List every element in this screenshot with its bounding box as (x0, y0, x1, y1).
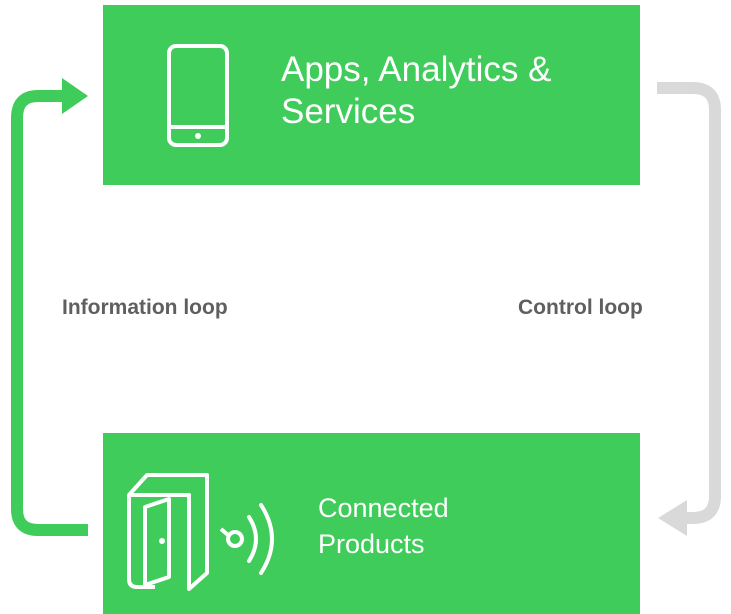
top-box-title: Apps, Analytics & Services (281, 50, 552, 131)
control-loop-arrowhead (658, 500, 687, 536)
control-loop-label: Control loop (518, 296, 643, 319)
connected-door-icon (127, 473, 274, 591)
bottom-box-title: Connected Products (318, 493, 449, 559)
information-loop-arrowhead (62, 78, 88, 114)
connected-products-box: Connected Products (103, 433, 640, 614)
apps-analytics-services-box: Apps, Analytics & Services (103, 5, 640, 185)
control-loop-arrow (657, 82, 721, 524)
information-loop-label: Information loop (62, 296, 228, 319)
smartphone-icon (167, 44, 229, 147)
